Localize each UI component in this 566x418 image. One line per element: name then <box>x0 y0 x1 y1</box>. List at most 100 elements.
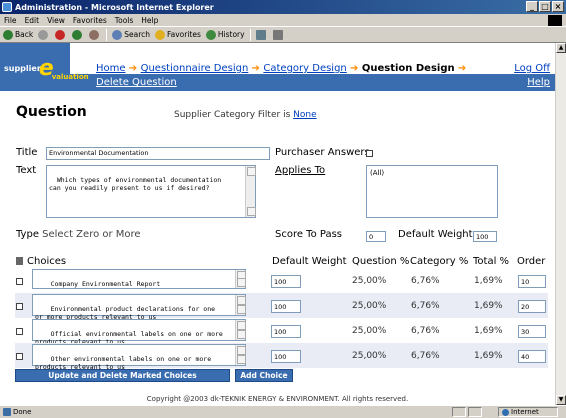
print-icon[interactable] <box>272 29 283 40</box>
choice-text-area[interactable]: Environmental product declarations for o… <box>32 294 246 321</box>
status-segment <box>452 407 466 417</box>
table-row: Environmental product declarations for o… <box>15 293 548 321</box>
breadcrumb-questionnaire-design[interactable]: Questionnaire Design <box>141 63 249 74</box>
mail-icon[interactable] <box>255 29 266 40</box>
order-input[interactable]: 20 <box>518 300 546 313</box>
status-text: Done <box>13 408 32 416</box>
help-link[interactable]: Help <box>527 77 550 88</box>
category-pct-value: 6,76% <box>411 301 440 311</box>
category-pct-value: 6,76% <box>411 276 440 286</box>
history-button[interactable]: History <box>205 29 245 40</box>
choice-weight-input[interactable]: 100 <box>271 300 301 313</box>
default-weight-label: Default Weight <box>398 229 473 240</box>
arrow-right-icon: ➔ <box>457 63 467 74</box>
windows-logo-icon <box>548 15 562 26</box>
ie-logo-icon <box>2 2 12 12</box>
choice-text-area[interactable]: Other environmental labels on one or mor… <box>32 344 246 371</box>
close-button[interactable]: × <box>552 1 564 12</box>
page-title: Question <box>16 104 87 120</box>
log-off-link[interactable]: Log Off <box>514 63 550 74</box>
purchaser-answers-label: Purchaser Answers <box>275 147 370 158</box>
menu-tools[interactable]: Tools <box>115 16 133 25</box>
title-input[interactable]: Environmental Documentation <box>46 147 270 160</box>
total-pct-header: Total % <box>473 256 510 267</box>
forward-arrow-icon <box>38 29 49 40</box>
question-pct-header: Question % <box>352 256 410 267</box>
trash-icon <box>16 257 23 265</box>
question-text-value: Which types of environmental documentati… <box>49 176 222 192</box>
filter-value-link[interactable]: None <box>293 110 316 120</box>
breadcrumb-current: Question Design <box>361 63 455 74</box>
menu-edit[interactable]: Edit <box>25 16 40 25</box>
back-button[interactable]: Back <box>3 29 33 40</box>
menu-file[interactable]: File <box>4 16 17 25</box>
choice-weight-input[interactable]: 100 <box>271 325 301 338</box>
score-to-pass-input[interactable]: 0 <box>366 231 386 242</box>
type-value: Select Zero or More <box>42 229 141 240</box>
breadcrumb: Home ➔ Questionnaire Design ➔ Category D… <box>96 63 466 74</box>
choice-text-area[interactable]: Official environmental labels on one or … <box>32 319 246 346</box>
minimize-button[interactable]: _ <box>526 1 538 12</box>
sub-navigation: Delete Question <box>96 77 177 88</box>
toolbar-separator <box>249 28 251 41</box>
question-text-area[interactable]: Which types of environmental documentati… <box>46 165 256 218</box>
applies-to-option-all[interactable]: (All) <box>370 169 384 177</box>
breadcrumb-category-design[interactable]: Category Design <box>263 63 346 74</box>
order-input[interactable]: 40 <box>518 350 546 363</box>
table-row: Official environmental labels on one or … <box>15 318 548 346</box>
maximize-button[interactable]: □ <box>539 1 551 12</box>
category-pct-value: 6,76% <box>411 326 440 336</box>
back-arrow-icon <box>3 29 13 40</box>
scroll-up-icon[interactable]: ▲ <box>556 43 566 53</box>
delete-choice-checkbox[interactable] <box>16 353 23 360</box>
question-pct-value: 25,00% <box>352 351 387 361</box>
total-pct-value: 1,69% <box>474 351 503 361</box>
arrow-right-icon: ➔ <box>128 63 141 74</box>
update-delete-choices-button[interactable]: Update and Delete Marked Choices <box>15 369 230 382</box>
refresh-icon[interactable] <box>72 29 83 40</box>
textarea-scrollbar[interactable] <box>235 295 246 315</box>
category-pct-value: 6,76% <box>411 351 440 361</box>
scroll-down-icon[interactable]: ▼ <box>556 395 566 405</box>
favorites-button[interactable]: Favorites <box>155 29 201 40</box>
forward-button[interactable] <box>38 29 50 40</box>
vertical-scrollbar[interactable]: ▲ ▼ <box>555 43 566 405</box>
search-icon <box>112 29 123 40</box>
question-pct-value: 25,00% <box>352 276 387 286</box>
choice-weight-input[interactable]: 100 <box>271 350 301 363</box>
default-weight-input[interactable]: 100 <box>473 231 497 242</box>
default-weight-header: Default Weight <box>272 256 347 267</box>
window-title-bar: Administration - Microsoft Internet Expl… <box>0 0 566 14</box>
applies-to-link[interactable]: Applies To <box>275 165 325 176</box>
order-input[interactable]: 10 <box>518 275 546 288</box>
order-input[interactable]: 30 <box>518 325 546 338</box>
choices-header: Choices <box>16 256 66 267</box>
choice-text-area[interactable]: Company Environmental Report <box>32 269 246 289</box>
table-row: Other environmental labels on one or mor… <box>15 343 548 371</box>
search-button[interactable]: Search <box>112 29 150 40</box>
textarea-scrollbar[interactable] <box>235 270 246 288</box>
menu-help[interactable]: Help <box>141 16 158 25</box>
supplier-evaluation-logo: supplierevaluation <box>4 56 89 81</box>
history-icon <box>205 29 216 40</box>
arrow-right-icon: ➔ <box>349 63 362 74</box>
stop-icon[interactable] <box>55 29 66 40</box>
delete-question-link[interactable]: Delete Question <box>96 77 177 88</box>
applies-to-listbox[interactable]: (All) <box>366 165 498 218</box>
toolbar: Back Search Favorites History <box>0 27 566 43</box>
textarea-scrollbar[interactable] <box>245 166 256 217</box>
question-pct-value: 25,00% <box>352 301 387 311</box>
textarea-scrollbar[interactable] <box>235 320 246 340</box>
choice-weight-input[interactable]: 100 <box>271 275 301 288</box>
delete-choice-checkbox[interactable] <box>16 303 23 310</box>
menu-view[interactable]: View <box>47 16 65 25</box>
home-icon[interactable] <box>89 29 100 40</box>
category-filter: Supplier Category Filter is None <box>174 110 317 120</box>
breadcrumb-home[interactable]: Home <box>96 63 126 74</box>
purchaser-answers-checkbox[interactable] <box>366 150 373 157</box>
delete-choice-checkbox[interactable] <box>16 328 23 335</box>
textarea-scrollbar[interactable] <box>235 345 246 365</box>
add-choice-button[interactable]: Add Choice <box>235 369 293 382</box>
menu-favorites[interactable]: Favorites <box>73 16 107 25</box>
delete-choice-checkbox[interactable] <box>16 278 23 285</box>
